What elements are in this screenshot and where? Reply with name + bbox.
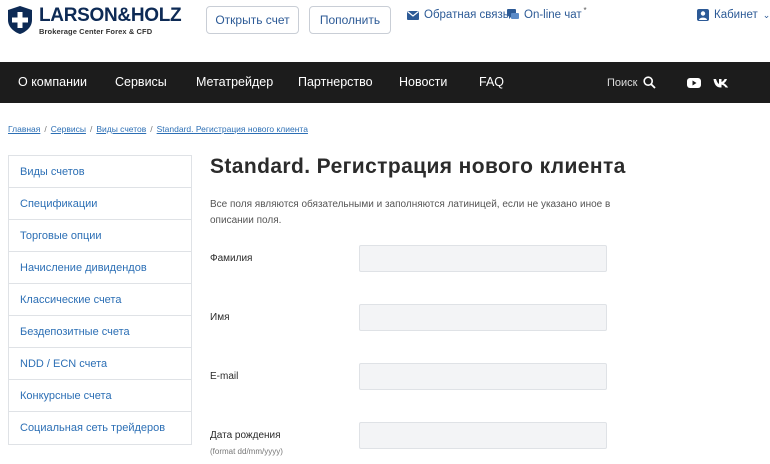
chevron-down-icon: ⌄: [762, 9, 770, 20]
sidebar-item-ndd-ecn-accounts[interactable]: NDD / ECN счета: [9, 348, 191, 380]
surname-input[interactable]: [359, 245, 607, 272]
email-label: E-mail: [210, 371, 239, 382]
chat-label: On-line чат: [524, 9, 582, 21]
sidebar-item-no-deposit-accounts[interactable]: Бездепозитные счета: [9, 316, 191, 348]
sidebar-item-dividends[interactable]: Начисление дивидендов: [9, 252, 191, 284]
nav-item-metatrader[interactable]: Метатрейдер: [196, 62, 273, 103]
sidebar-item-specifications[interactable]: Спецификации: [9, 188, 191, 220]
online-chat-link[interactable]: On-line чат *: [507, 6, 587, 21]
sidebar-item-classic-accounts[interactable]: Классические счета: [9, 284, 191, 316]
cabinet-menu[interactable]: Кабинет ⌄: [697, 9, 770, 21]
breadcrumb-home[interactable]: Главная: [8, 124, 40, 134]
nav-item-about[interactable]: О компании: [18, 62, 87, 103]
nav-item-news[interactable]: Новости: [399, 62, 447, 103]
chat-bubble-icon: [507, 9, 519, 19]
site-header: LARSON&HOLZ Brokerage Center Forex & CFD…: [0, 0, 770, 62]
sidebar-item-social-network[interactable]: Социальная сеть трейдеров: [9, 412, 191, 444]
breadcrumb-current[interactable]: Standard. Регистрация нового клиента: [157, 124, 308, 134]
vk-icon: [713, 78, 729, 87]
user-icon: [697, 9, 709, 21]
open-account-button[interactable]: Открыть счет: [206, 6, 299, 34]
sidebar-item-trading-options[interactable]: Торговые опции: [9, 220, 191, 252]
fund-account-button[interactable]: Пополнить: [309, 6, 391, 34]
breadcrumb: Главная / Сервисы / Виды счетов / Standard. Ре…: [8, 124, 308, 134]
feedback-link[interactable]: Обратная связь: [407, 9, 509, 21]
form-description: Все поля являются обязательными и заполн…: [210, 199, 611, 226]
shield-logo-icon: [8, 6, 32, 34]
sidebar-item-contest-accounts[interactable]: Конкурсные счета: [9, 380, 191, 412]
birthdate-input[interactable]: [359, 422, 607, 449]
breadcrumb-services[interactable]: Сервисы: [51, 124, 86, 134]
birthdate-format-hint: (format dd/mm/yyyy): [210, 447, 283, 456]
vk-link[interactable]: [713, 62, 729, 103]
main-navigation: О компании Сервисы Метатрейдер Партнерст…: [0, 62, 770, 103]
envelope-icon: [407, 10, 419, 20]
page-title: Standard. Регистрация нового клиента: [210, 155, 626, 178]
logo-title: LARSON&HOLZ: [39, 5, 182, 26]
search-button[interactable]: Поиск: [607, 62, 657, 103]
surname-label: Фамилия: [210, 253, 253, 264]
youtube-icon: [687, 77, 701, 88]
sidebar-menu: Виды счетов Спецификации Торговые опции …: [8, 155, 192, 445]
birthdate-label: Дата рождения: [210, 430, 281, 441]
search-icon: [643, 76, 657, 89]
youtube-link[interactable]: [687, 62, 701, 103]
breadcrumb-account-types[interactable]: Виды счетов: [96, 124, 146, 134]
email-input[interactable]: [359, 363, 607, 390]
cabinet-label: Кабинет: [714, 9, 758, 21]
logo[interactable]: LARSON&HOLZ Brokerage Center Forex & CFD: [8, 5, 182, 36]
feedback-label: Обратная связь: [424, 9, 509, 21]
sidebar-item-account-types[interactable]: Виды счетов: [9, 156, 191, 188]
logo-subtitle: Brokerage Center Forex & CFD: [39, 27, 153, 36]
nav-item-faq[interactable]: FAQ: [479, 62, 504, 103]
name-input[interactable]: [359, 304, 607, 331]
nav-item-services[interactable]: Сервисы: [115, 62, 167, 103]
search-label: Поиск: [607, 76, 638, 89]
chat-marker: *: [583, 6, 587, 15]
nav-item-partnership[interactable]: Партнерство: [298, 62, 373, 103]
name-label: Имя: [210, 312, 230, 323]
